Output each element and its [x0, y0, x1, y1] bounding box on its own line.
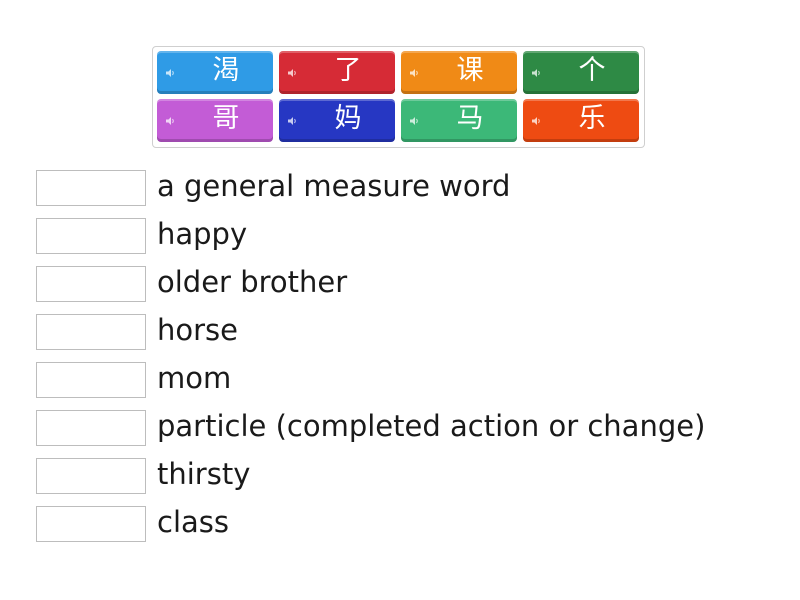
word-tile[interactable]: 乐: [523, 99, 639, 142]
word-tile[interactable]: 妈: [279, 99, 395, 142]
drop-slot[interactable]: [36, 218, 146, 254]
word-tile[interactable]: 渴: [157, 51, 273, 94]
definition-text: a general measure word: [157, 169, 511, 203]
definition-text: class: [157, 505, 229, 539]
tile-word: 乐: [578, 103, 606, 134]
speaker-icon[interactable]: [532, 116, 542, 126]
word-tile[interactable]: 哥: [157, 99, 273, 142]
drop-slot[interactable]: [36, 314, 146, 350]
tile-word: 渴: [212, 55, 240, 86]
speaker-icon[interactable]: [410, 68, 420, 78]
definition-text: happy: [157, 217, 248, 251]
definition-text: thirsty: [157, 457, 251, 491]
word-tile[interactable]: 马: [401, 99, 517, 142]
drop-slot[interactable]: [36, 362, 146, 398]
tile-tray: 渴 了 课 个 哥 妈 马 乐: [152, 46, 645, 148]
drop-slot[interactable]: [36, 410, 146, 446]
speaker-icon[interactable]: [166, 116, 176, 126]
speaker-icon[interactable]: [410, 116, 420, 126]
tile-word: 课: [456, 55, 484, 86]
word-tile[interactable]: 个: [523, 51, 639, 94]
match-up-activity: 渴 了 课 个 哥 妈 马 乐 a general measure word h…: [0, 0, 800, 600]
drop-slot[interactable]: [36, 170, 146, 206]
definition-text: older brother: [157, 265, 348, 299]
speaker-icon[interactable]: [288, 68, 298, 78]
tile-word: 个: [578, 55, 606, 86]
drop-slot[interactable]: [36, 458, 146, 494]
drop-slot[interactable]: [36, 266, 146, 302]
definition-text: horse: [157, 313, 238, 347]
definition-text: particle (completed action or change): [157, 409, 706, 443]
speaker-icon[interactable]: [288, 116, 298, 126]
word-tile[interactable]: 课: [401, 51, 517, 94]
tile-word: 马: [456, 103, 484, 134]
drop-slot[interactable]: [36, 506, 146, 542]
tile-word: 妈: [334, 103, 362, 134]
definition-text: mom: [157, 361, 232, 395]
speaker-icon[interactable]: [166, 68, 176, 78]
word-tile[interactable]: 了: [279, 51, 395, 94]
speaker-icon[interactable]: [532, 68, 542, 78]
tile-word: 了: [334, 55, 362, 86]
tile-word: 哥: [212, 103, 240, 134]
